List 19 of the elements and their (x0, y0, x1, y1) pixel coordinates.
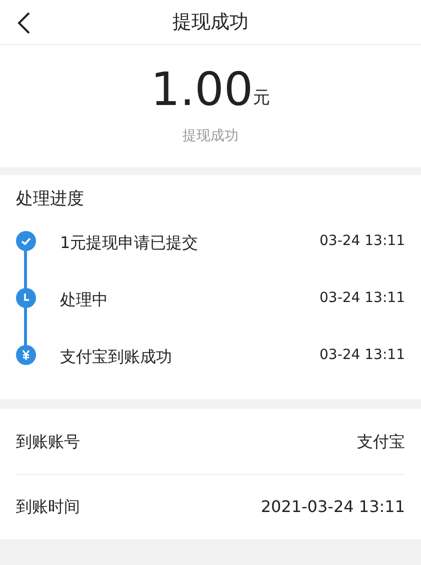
check-icon (16, 230, 36, 250)
page-title: 提现成功 (172, 10, 248, 35)
detail-value: 支付宝 (357, 430, 405, 452)
step-label: 支付宝到账成功 (60, 346, 172, 368)
detail-label: 到账账号 (16, 430, 80, 452)
clock-icon (16, 288, 36, 308)
status-text: 提现成功 (182, 126, 238, 146)
currency-unit: 元 (253, 87, 270, 110)
step-label: 处理中 (60, 288, 108, 310)
detail-label: 到账时间 (16, 496, 80, 518)
detail-value: 2021-03-24 13:11 (260, 496, 405, 518)
step-label: 1元提现申请已提交 (60, 232, 198, 254)
back-icon[interactable] (16, 10, 32, 35)
amount-value: 1.00 (150, 66, 254, 112)
step-time: 03-24 13:11 (320, 288, 405, 308)
yen-icon (16, 344, 36, 364)
section-title: 处理进度 (16, 188, 85, 211)
step-time: 03-24 13:11 (320, 346, 405, 364)
step-time: 03-24 13:11 (320, 232, 405, 250)
